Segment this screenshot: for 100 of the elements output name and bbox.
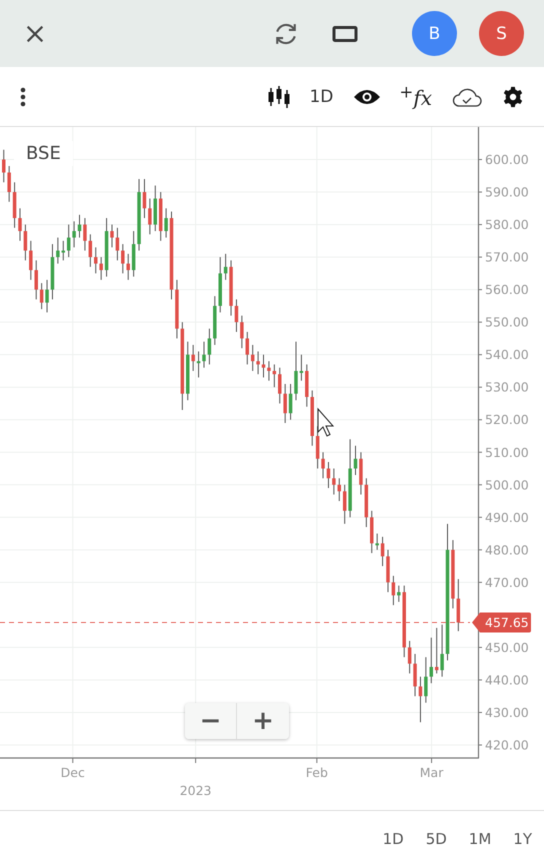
candle <box>224 253 228 280</box>
candle <box>359 452 363 496</box>
more-icon[interactable] <box>20 86 26 106</box>
candle <box>392 575 396 606</box>
avatar[interactable]: B <box>412 11 457 56</box>
candle <box>267 360 271 382</box>
candle <box>116 227 120 261</box>
candle <box>148 198 152 235</box>
ref-line-label: 457.65 <box>485 615 529 630</box>
price-label: 530.00 <box>485 380 529 395</box>
candle <box>456 578 460 632</box>
candle <box>316 426 320 470</box>
price-label: 600.00 <box>485 152 529 168</box>
candle <box>94 246 98 274</box>
price-label: 500.00 <box>485 477 529 492</box>
candle <box>110 224 114 248</box>
candle <box>24 224 28 261</box>
price-label: 490.00 <box>485 510 529 525</box>
time-label: 2023 <box>180 783 212 798</box>
price-label: 560.00 <box>485 282 529 298</box>
price-label: 470.00 <box>485 574 529 590</box>
price-label: 550.00 <box>485 314 529 330</box>
avatar[interactable]: S <box>479 11 524 56</box>
candle <box>186 341 190 401</box>
price-label: 510.00 <box>485 444 529 460</box>
candle <box>413 653 417 697</box>
candle <box>132 230 136 278</box>
zoom-in-button[interactable]: + <box>237 703 289 739</box>
candle <box>196 350 200 378</box>
candle <box>7 166 11 202</box>
settings-icon[interactable] <box>502 86 524 108</box>
eye-icon[interactable] <box>353 88 382 106</box>
candle <box>72 220 76 248</box>
candle <box>283 383 287 424</box>
price-label: 450.00 <box>485 640 529 655</box>
candle <box>83 218 87 252</box>
candle <box>191 344 195 372</box>
time-label: Feb <box>306 765 328 780</box>
candle <box>99 256 103 280</box>
candlestick-icon[interactable] <box>267 84 292 108</box>
candle <box>370 510 374 554</box>
candle <box>321 452 325 479</box>
candle <box>88 234 92 268</box>
candle <box>175 279 179 339</box>
window-icon[interactable] <box>332 24 358 42</box>
candle <box>2 149 6 183</box>
zoom-out-button[interactable]: − <box>185 703 237 739</box>
price-label: 540.00 <box>485 347 529 362</box>
symbol-label: BSE <box>14 141 73 166</box>
price-label: 420.00 <box>485 738 529 752</box>
range-button[interactable]: 1D <box>382 830 404 848</box>
candle <box>234 298 238 332</box>
range-button[interactable]: 5D <box>426 830 447 848</box>
price-label: 590.00 <box>485 184 529 200</box>
candle <box>375 533 379 550</box>
range-button[interactable]: 1M <box>468 830 492 848</box>
candle <box>229 260 233 316</box>
candle <box>104 218 108 278</box>
time-label: Dec <box>60 765 85 780</box>
candle <box>332 468 336 496</box>
candle <box>300 354 304 382</box>
candle <box>354 445 358 476</box>
candle <box>451 540 455 609</box>
candle <box>202 341 206 368</box>
price-label: 430.00 <box>485 704 529 720</box>
candle <box>386 549 390 593</box>
candle <box>256 350 260 375</box>
candle <box>78 214 82 238</box>
candle <box>240 315 244 349</box>
candle <box>408 640 412 674</box>
price-label: 480.00 <box>485 542 529 558</box>
candle <box>424 656 428 704</box>
candle <box>12 182 16 228</box>
candle <box>142 178 146 219</box>
current-price-tag: 457.65 <box>472 612 531 633</box>
candle <box>45 279 49 313</box>
candle <box>208 328 212 365</box>
price-label: 570.00 <box>485 250 529 265</box>
candle <box>262 354 266 378</box>
candle <box>50 244 54 300</box>
candle <box>364 478 368 528</box>
candle <box>56 237 60 264</box>
candle <box>418 676 422 723</box>
candle <box>278 367 282 404</box>
indicators-button[interactable]: $^{+}$fx <box>399 82 432 110</box>
candle <box>272 364 276 388</box>
candle <box>164 208 168 238</box>
candle <box>288 383 292 420</box>
range-button[interactable]: 1Y <box>513 830 532 848</box>
time-label: Mar <box>420 765 444 780</box>
price-label: 580.00 <box>485 217 529 232</box>
candle <box>380 536 384 567</box>
candle <box>40 282 44 310</box>
pointer-icon <box>318 408 334 437</box>
price-label: 440.00 <box>485 672 529 688</box>
candle <box>440 624 444 678</box>
candle <box>326 462 330 489</box>
interval-button[interactable]: 1D <box>309 86 334 106</box>
candle <box>294 341 298 401</box>
candle <box>18 208 22 242</box>
